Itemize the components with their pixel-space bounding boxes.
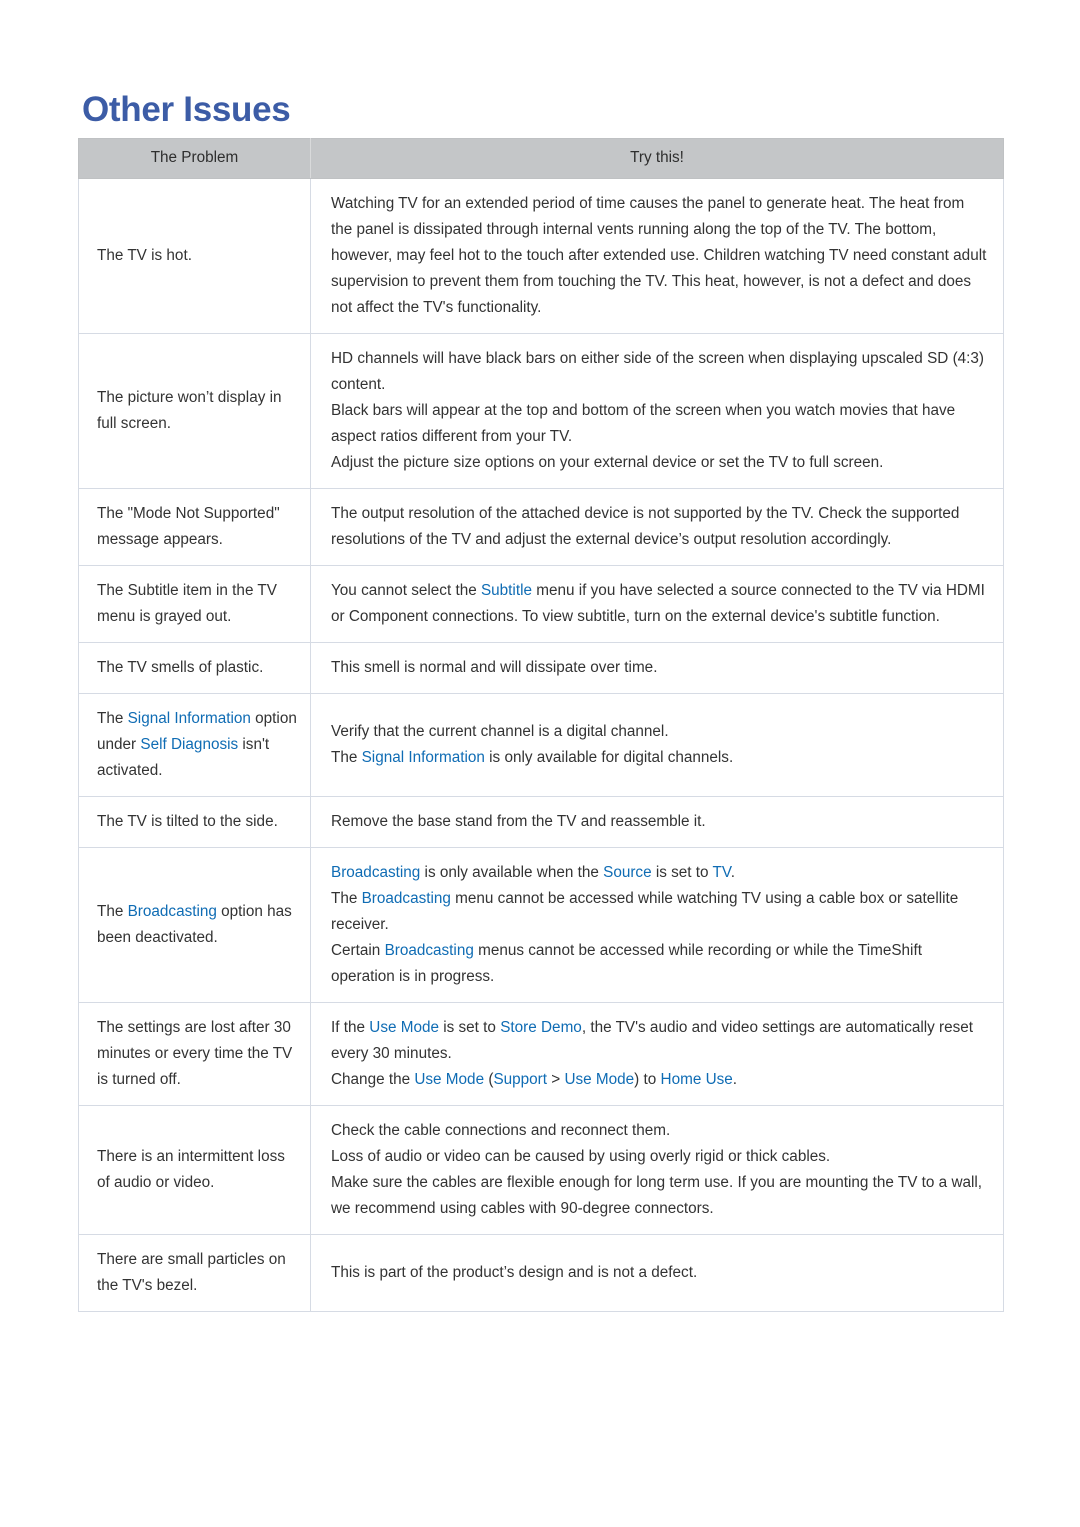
cell-solution: This smell is normal and will dissipate … — [310, 642, 1004, 694]
column-header-try-this: Try this! — [310, 138, 1004, 179]
cell-problem: There is an intermittent loss of audio o… — [78, 1105, 311, 1235]
document-page: Other Issues The Problem Try this! The T… — [0, 0, 1080, 1527]
table-row: The TV is hot. Watching TV for an extende… — [78, 178, 1004, 334]
table-row: The Broadcasting option has been deactiv… — [78, 847, 1004, 1003]
cell-solution: The output resolution of the attached de… — [310, 488, 1004, 566]
cell-problem: The Signal Information option under Self… — [78, 693, 311, 797]
cell-solution: Broadcasting is only available when the … — [310, 847, 1004, 1003]
cell-solution: You cannot select the Subtitle menu if y… — [310, 565, 1004, 643]
cell-problem: The Broadcasting option has been deactiv… — [78, 847, 311, 1003]
cell-problem: The "Mode Not Supported" message appears… — [78, 488, 311, 566]
cell-problem: The TV is hot. — [78, 178, 311, 334]
cell-problem: The TV smells of plastic. — [78, 642, 311, 694]
cell-solution: Remove the base stand from the TV and re… — [310, 796, 1004, 848]
cell-problem: There are small particles on the TV's be… — [78, 1234, 311, 1312]
table-row: The TV is tilted to the side. Remove the … — [78, 796, 1004, 848]
cell-solution: HD channels will have black bars on eith… — [310, 333, 1004, 489]
table-row: The Subtitle item in the TV menu is gray… — [78, 565, 1004, 643]
cell-solution: This is part of the product’s design and… — [310, 1234, 1004, 1312]
table-row: The "Mode Not Supported" message appears… — [78, 488, 1004, 566]
table-body: The TV is hot. Watching TV for an extende… — [78, 178, 1004, 1312]
table-row: The Signal Information option under Self… — [78, 693, 1004, 797]
cell-problem: The Subtitle item in the TV menu is gray… — [78, 565, 311, 643]
other-issues-table: The Problem Try this! The TV is hot. Watc… — [78, 138, 1004, 1312]
cell-solution: If the Use Mode is set to Store Demo, th… — [310, 1002, 1004, 1106]
table-header-row: The Problem Try this! — [78, 138, 1004, 179]
cell-problem: The TV is tilted to the side. — [78, 796, 311, 848]
cell-solution: Watching TV for an extended period of ti… — [310, 178, 1004, 334]
cell-problem: The picture won’t display in full screen… — [78, 333, 311, 489]
cell-solution: Verify that the current channel is a dig… — [310, 693, 1004, 797]
cell-solution: Check the cable connections and reconnec… — [310, 1105, 1004, 1235]
table-row: The TV smells of plastic. This smell is n… — [78, 642, 1004, 694]
cell-problem: The settings are lost after 30 minutes o… — [78, 1002, 311, 1106]
table-row: The settings are lost after 30 minutes o… — [78, 1002, 1004, 1106]
table-row: There is an intermittent loss of audio o… — [78, 1105, 1004, 1235]
page-title: Other Issues — [82, 90, 291, 130]
table-row: The picture won’t display in full screen… — [78, 333, 1004, 489]
column-header-problem: The Problem — [78, 138, 311, 179]
table-header: The Problem Try this! — [78, 138, 1004, 179]
table-row: There are small particles on the TV's be… — [78, 1234, 1004, 1312]
